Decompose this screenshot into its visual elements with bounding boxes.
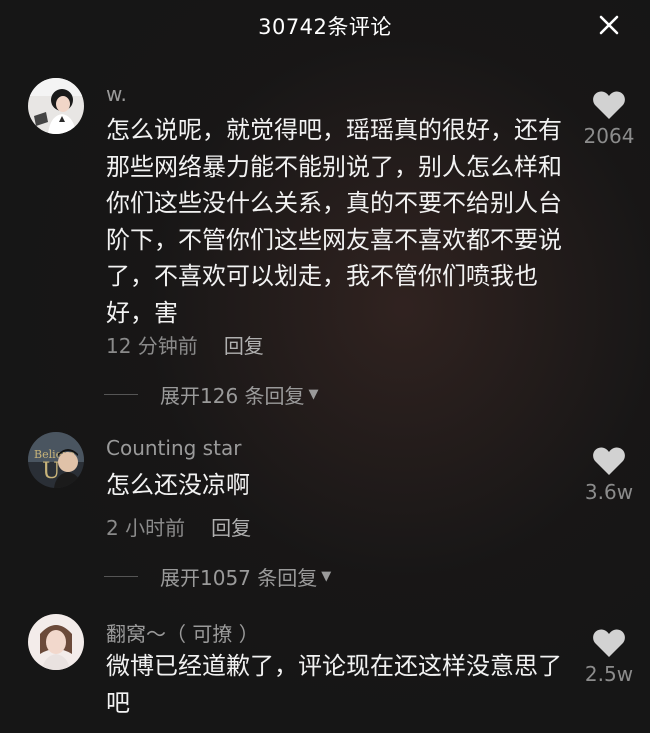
divider-line: [104, 394, 138, 395]
background-glow: [0, 0, 650, 733]
comment-username[interactable]: 翻窝～（ 可撩 ）: [106, 618, 259, 647]
comment-text: 微博已经道歉了，评论现在还这样没意思了吧: [106, 652, 562, 717]
divider-line: [104, 576, 138, 577]
expand-replies-button[interactable]: 展开126 条回复 ▼: [104, 380, 319, 409]
like-count: 2.5w: [584, 662, 634, 686]
caret-down-icon: ▼: [308, 387, 319, 402]
comment-username[interactable]: w.: [106, 82, 127, 106]
close-icon: [599, 15, 619, 35]
comments-count-title: 30742条评论: [258, 15, 392, 39]
like-button[interactable]: 3.6w: [570, 446, 648, 504]
comment-time: 2 小时前: [106, 516, 186, 540]
comments-header: 30742条评论: [0, 0, 650, 52]
reply-button[interactable]: 回复: [211, 512, 251, 541]
expand-replies-label: 展开126 条回复: [160, 384, 305, 408]
expand-replies-label: 展开1057 条回复: [160, 566, 318, 590]
heart-icon: [593, 91, 625, 119]
avatar[interactable]: [28, 78, 84, 134]
avatar[interactable]: Believe U: [28, 432, 84, 488]
reply-button[interactable]: 回复: [224, 330, 264, 359]
caret-down-icon: ▼: [321, 569, 332, 584]
avatar[interactable]: [28, 614, 84, 670]
close-button[interactable]: [594, 10, 624, 40]
like-count: 2064: [583, 124, 635, 148]
heart-icon: [593, 447, 625, 475]
expand-replies-button[interactable]: 展开1057 条回复 ▼: [104, 562, 332, 591]
like-count: 3.6w: [584, 480, 634, 504]
comment-time: 12 分钟前: [106, 334, 198, 358]
like-button[interactable]: 2064: [570, 90, 648, 148]
comment-meta: 12 分钟前 回复: [106, 330, 264, 359]
like-button[interactable]: 2.5w: [570, 628, 648, 686]
comment-username[interactable]: Counting star: [106, 436, 241, 460]
heart-icon: [593, 629, 625, 657]
comment-text: 怎么说呢，就觉得吧，瑶瑶真的很好，还有那些网络暴力能不能别说了，别人怎么样和你们…: [106, 116, 562, 327]
comment-text: 怎么还没凉啊: [106, 471, 250, 499]
comment-meta: 2 小时前 回复: [106, 512, 251, 541]
